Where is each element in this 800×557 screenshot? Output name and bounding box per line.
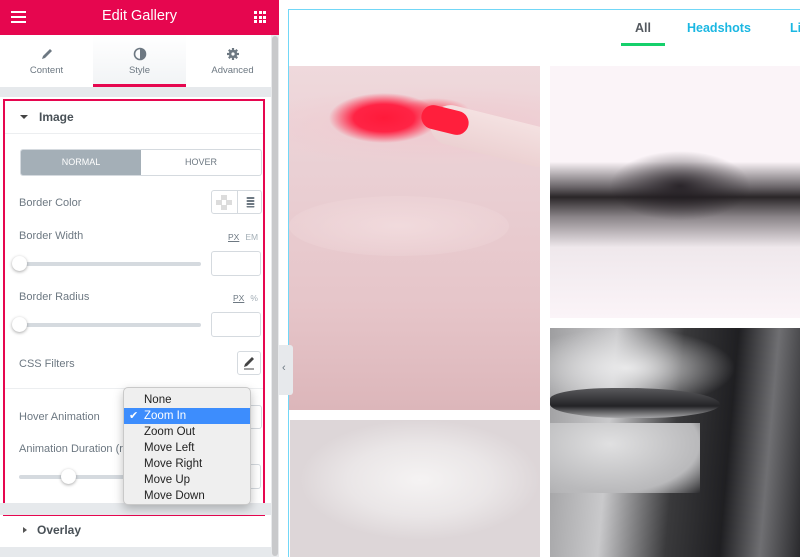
border-width-slider-handle[interactable] [12, 256, 27, 271]
border-width-input[interactable] [211, 251, 261, 276]
hover-animation-label: Hover Animation [19, 411, 100, 423]
state-toggle: NORMAL HOVER [20, 149, 262, 176]
database-icon [246, 197, 255, 208]
css-filters-label: CSS Filters [19, 358, 75, 370]
overlay-section-title: Overlay [37, 523, 82, 537]
unit-px[interactable]: PX [233, 293, 244, 303]
animation-duration-slider-handle[interactable] [61, 469, 76, 484]
checkmark-icon: ✔ [129, 410, 139, 422]
caret-right-icon [23, 527, 27, 533]
unit-em[interactable]: EM [245, 232, 258, 242]
filter-headshots[interactable]: Headshots [687, 21, 751, 35]
border-color-label: Border Color [19, 197, 82, 209]
gallery-image-white-fur[interactable] [290, 420, 540, 557]
half-circle-icon [133, 47, 146, 61]
border-radius-units: PX% [233, 293, 258, 303]
filter-all[interactable]: All [621, 21, 665, 46]
dropdown-option-move-down[interactable]: Move Down [124, 488, 250, 504]
gear-icon [226, 48, 239, 60]
overlay-section-header[interactable]: Overlay [0, 517, 271, 547]
editor-root: Edit Gallery Content Style Advanced Imag… [0, 0, 800, 557]
css-filters-edit-button[interactable] [237, 351, 261, 375]
option-label: None [144, 394, 172, 406]
section-spacer [0, 87, 271, 97]
option-label: Zoom In [144, 410, 187, 422]
dropdown-option-move-up[interactable]: Move Up [124, 472, 250, 488]
grid-icon[interactable] [254, 11, 266, 23]
panel-header: Edit Gallery [0, 0, 279, 35]
gallery-image-red-lips[interactable] [289, 66, 540, 410]
border-width-label: Border Width [19, 230, 84, 242]
filter-li[interactable]: Li [790, 21, 800, 35]
hover-animation-dropdown: None ✔ Zoom In Zoom Out Move Left Move Ri… [123, 387, 251, 505]
collapse-panel-button[interactable]: ‹ [279, 345, 293, 395]
color-picker-button[interactable] [212, 191, 237, 213]
pencil-icon [244, 357, 254, 370]
section-spacer [0, 547, 271, 557]
option-label: Move Left [144, 442, 195, 454]
unit-px[interactable]: PX [228, 232, 239, 242]
dropdown-option-zoom-in[interactable]: ✔ Zoom In [124, 408, 250, 424]
image-detail [550, 423, 700, 493]
border-width-units: PX EM [228, 232, 258, 242]
border-radius-label: Border Radius [19, 291, 90, 303]
chevron-left-icon: ‹ [282, 362, 286, 374]
option-label: Move Right [144, 458, 203, 470]
gallery-image-tree-landscape[interactable] [550, 66, 800, 318]
tab-content[interactable]: Content [0, 35, 93, 87]
color-swatch-icon [216, 195, 232, 210]
gallery-filter-bar: All Headshots Li [288, 10, 800, 60]
panel-tabs: Content Style Advanced [0, 35, 279, 87]
unit-percent[interactable]: % [250, 293, 258, 303]
panel-title: Edit Gallery [102, 8, 177, 24]
panel-scrollbar-thumb[interactable] [272, 36, 278, 556]
tab-advanced-label: Advanced [211, 65, 254, 76]
animation-duration-label: Animation Duration (r [19, 443, 123, 455]
normal-tab[interactable]: NORMAL [21, 150, 141, 175]
dropdown-option-none[interactable]: None [124, 392, 250, 408]
border-radius-slider-handle[interactable] [12, 317, 27, 332]
tab-advanced[interactable]: Advanced [186, 35, 279, 87]
dropdown-option-zoom-out[interactable]: Zoom Out [124, 424, 250, 440]
gallery-image-bw-portrait[interactable] [550, 328, 800, 557]
hover-tab[interactable]: HOVER [141, 150, 261, 175]
image-detail [289, 196, 509, 256]
tab-style[interactable]: Style [93, 35, 186, 87]
option-label: Zoom Out [144, 426, 196, 438]
tab-style-label: Style [128, 65, 151, 76]
border-color-control [211, 190, 262, 214]
border-width-slider[interactable] [19, 262, 201, 266]
option-label: Move Down [144, 490, 205, 502]
global-colors-button[interactable] [237, 191, 263, 213]
dropdown-option-move-right[interactable]: Move Right [124, 456, 250, 472]
image-detail [550, 388, 720, 418]
pencil-icon [41, 49, 52, 59]
tab-content-label: Content [29, 65, 64, 76]
border-radius-input[interactable] [211, 312, 261, 337]
option-label: Move Up [144, 474, 191, 486]
image-section-title: Image [39, 110, 74, 124]
border-radius-slider[interactable] [19, 323, 201, 327]
image-section-header[interactable]: Image [5, 101, 263, 134]
dropdown-option-move-left[interactable]: Move Left [124, 440, 250, 456]
caret-down-icon [20, 115, 28, 119]
